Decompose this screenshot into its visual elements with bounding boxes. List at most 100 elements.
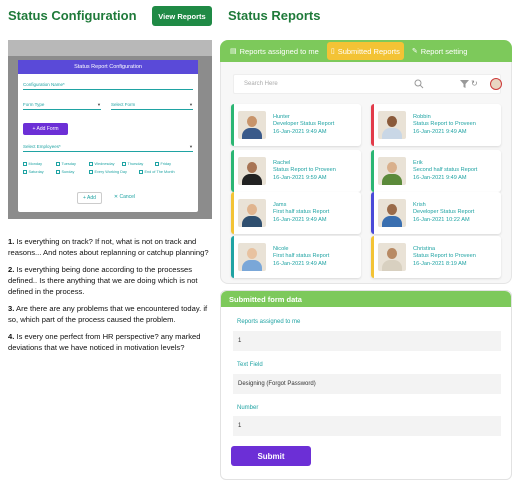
card-text: Erik Second half status Report 16-Jan-2021… xyxy=(413,160,477,182)
avatar-head xyxy=(247,204,257,215)
day-checkbox[interactable]: Every Working Day xyxy=(89,170,139,174)
avatar xyxy=(378,199,406,227)
question-item: 2. Is everything being done according to… xyxy=(8,264,218,297)
submit-button[interactable]: Submit xyxy=(231,446,311,466)
tab-label: Report setting xyxy=(420,46,468,56)
checkbox-icon xyxy=(122,162,126,166)
day-checkbox[interactable]: Sunday xyxy=(56,170,89,174)
card-text: Jams First half status Report 16-Jan-2021 … xyxy=(273,202,329,224)
report-date: 16-Jan-2021 9:49 AM xyxy=(413,174,467,181)
field-label: Text Field xyxy=(237,362,263,368)
day-label: Wednesday xyxy=(94,162,115,166)
search-icon[interactable] xyxy=(414,79,424,89)
report-card[interactable]: Erik Second half status Report 16-Jan-2021… xyxy=(371,150,501,192)
select-form-placeholder: Select Form xyxy=(111,102,136,107)
configuration-preview: Status Report Configuration Configuratio… xyxy=(8,40,212,219)
avatar-body xyxy=(382,216,402,227)
search-input[interactable]: Search Here xyxy=(244,81,278,87)
avatar-head xyxy=(387,116,397,127)
report-title: Developer Status Report xyxy=(413,209,475,216)
checkbox-icon xyxy=(89,162,93,166)
avatar xyxy=(378,111,406,139)
report-card[interactable]: Hunter Developer Status Report 16-Jan-2021… xyxy=(231,104,361,146)
question-list: 1. Is everything on track? If not, what … xyxy=(8,236,218,359)
day-checkbox[interactable]: Friday xyxy=(155,162,185,166)
avatar-head xyxy=(387,204,397,215)
avatar xyxy=(238,157,266,185)
select-form-select[interactable]: Select Form ▼ xyxy=(111,102,193,110)
checkbox-icon xyxy=(155,162,159,166)
question-number: 2. xyxy=(8,265,15,274)
day-checkbox[interactable]: Monday xyxy=(23,162,56,166)
report-date: 16-Jan-2021 9:49 AM xyxy=(273,128,327,135)
report-card[interactable]: Rachel Status Report to Proveen 16-Jan-202… xyxy=(231,150,361,192)
question-number: 4. xyxy=(8,332,15,341)
day-checkbox[interactable]: Tuesday xyxy=(56,162,89,166)
field-label: Number xyxy=(237,405,259,411)
report-date: 16-Jan-2021 9:49 AM xyxy=(413,128,467,135)
card-text: Nicole First half status Report 16-Jan-202… xyxy=(273,246,329,268)
status-reports-heading: Status Reports xyxy=(228,8,321,23)
form-type-placeholder: Form Type xyxy=(23,102,45,107)
report-date: 16-Jan-2021 8:19 AM xyxy=(413,260,467,267)
configuration-name-field[interactable]: Configuration Name* xyxy=(23,82,193,90)
checkbox-icon xyxy=(23,162,27,166)
user-avatar-icon[interactable] xyxy=(490,78,502,90)
report-title: Status Report to Proveen xyxy=(413,253,476,260)
day-checkbox[interactable]: Saturday xyxy=(23,170,56,174)
reports-panel: Search Here ↻ Hunter Developer Status Rep… xyxy=(220,62,512,284)
avatar-head xyxy=(247,116,257,127)
number-field[interactable]: 1 xyxy=(233,416,501,436)
report-card[interactable]: Nicole First half status Report 16-Jan-202… xyxy=(231,236,361,278)
report-date: 16-Jan-2021 9:49 AM xyxy=(273,216,327,223)
text-field[interactable]: Designing (Forgot Password) xyxy=(233,374,501,394)
card-accent-bar xyxy=(371,150,374,192)
form-type-select[interactable]: Form Type ▼ xyxy=(23,102,101,110)
report-card[interactable]: Jams First half status Report 16-Jan-2021 … xyxy=(231,192,361,234)
checkbox-icon xyxy=(139,170,143,174)
select-employees-select[interactable]: Select Employees* ▼ xyxy=(23,144,193,152)
day-label: End of The Month xyxy=(144,170,175,174)
checkbox-icon xyxy=(56,162,60,166)
card-accent-bar xyxy=(371,236,374,278)
modal-add-button[interactable]: + Add xyxy=(76,192,102,204)
status-report-configuration-modal: Status Report Configuration Configuratio… xyxy=(18,60,198,212)
filter-icon[interactable] xyxy=(460,79,469,89)
avatar-head xyxy=(247,248,257,259)
refresh-icon[interactable]: ↻ xyxy=(471,79,478,88)
day-checkbox[interactable]: Wednesday xyxy=(89,162,122,166)
day-checkbox[interactable]: Thursday xyxy=(122,162,155,166)
day-label: Friday xyxy=(160,162,172,166)
question-item: 4. Is every one perfect from HR perspect… xyxy=(8,331,218,353)
question-text: Is every one perfect from HR perspective… xyxy=(8,332,201,352)
card-text: Christina Status Report to Proveen 16-Jan-… xyxy=(413,246,476,268)
reports-assigned-field[interactable]: 1 xyxy=(233,331,501,351)
tab-reports-assigned[interactable]: ▤ Reports assigned to me xyxy=(226,42,323,60)
submitted-form-panel: Submitted form data Reports assigned to … xyxy=(220,290,512,480)
tab-report-setting[interactable]: ✎ Report setting xyxy=(408,42,472,60)
question-item: 1. Is everything on track? If not, what … xyxy=(8,236,218,258)
report-card[interactable]: Robbin Status Report to Proveen 16-Jan-202… xyxy=(371,104,501,146)
avatar-head xyxy=(387,248,397,259)
report-title: Status Report to Proveen xyxy=(273,167,336,174)
field-label: Reports assigned to me xyxy=(237,319,301,325)
avatar-body xyxy=(382,174,402,185)
report-author: Krish xyxy=(413,202,426,209)
report-card[interactable]: Krish Developer Status Report 16-Jan-2021 … xyxy=(371,192,501,234)
checkbox-icon xyxy=(56,170,60,174)
modal-title: Status Report Configuration xyxy=(18,60,198,74)
avatar-body xyxy=(242,128,262,139)
day-checkbox[interactable]: End of The Month xyxy=(139,170,189,174)
report-date: 16-Jan-2021 9:49 AM xyxy=(273,260,327,267)
edit-icon: ✎ xyxy=(411,48,418,55)
tab-label: Submitted Reports xyxy=(337,46,400,56)
caret-down-icon: ▼ xyxy=(189,144,193,149)
add-form-button[interactable]: + Add Form xyxy=(23,123,68,135)
report-title: Status Report to Proveen xyxy=(413,121,476,128)
tab-submitted-reports[interactable]: ▯ Submitted Reports xyxy=(326,42,404,60)
report-card[interactable]: Christina Status Report to Proveen 16-Jan-… xyxy=(371,236,501,278)
modal-cancel-button[interactable]: ✕ Cancel xyxy=(110,192,139,204)
report-author: Hunter xyxy=(273,114,290,121)
view-reports-button[interactable]: View Reports xyxy=(152,6,212,26)
preview-backdrop-strip xyxy=(8,40,212,56)
